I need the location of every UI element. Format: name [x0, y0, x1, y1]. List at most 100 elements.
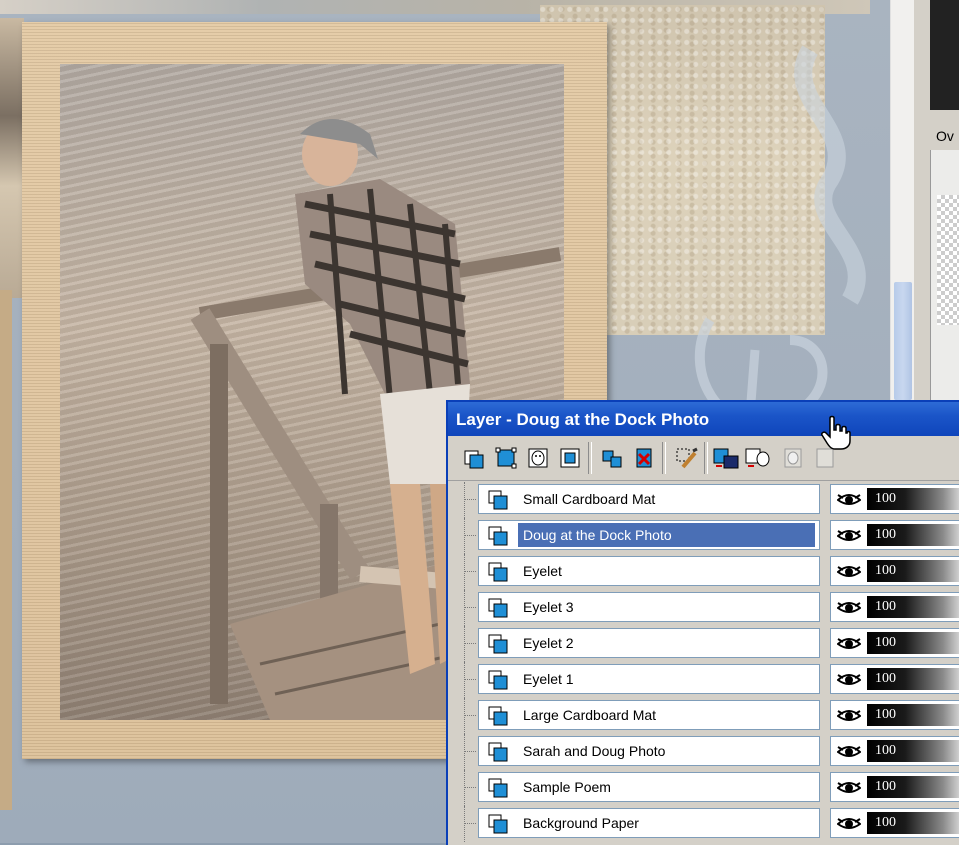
new-raster-layer-button[interactable] — [460, 444, 488, 472]
raster-layer-icon — [488, 490, 508, 510]
new-mask-layer-button[interactable] — [524, 444, 552, 472]
edit-selection-button[interactable] — [672, 444, 700, 472]
layer-row[interactable]: Sample Poem 100 — [448, 770, 959, 806]
layer-name-button[interactable]: Eyelet 2 — [478, 628, 820, 658]
layer-controls: 100 — [830, 808, 959, 838]
visibility-eye-icon[interactable] — [837, 673, 861, 687]
load-mask-icon — [713, 448, 739, 469]
opacity-slider[interactable]: 100 — [867, 812, 959, 834]
opacity-slider[interactable]: 100 — [867, 596, 959, 618]
new-adjustment-layer-icon — [560, 448, 580, 468]
visibility-eye-icon[interactable] — [837, 601, 861, 615]
disabled-mask-icon — [784, 448, 802, 468]
layer-row[interactable]: Eyelet 2 100 — [448, 626, 959, 662]
layer-name-button[interactable]: Doug at the Dock Photo — [478, 520, 820, 550]
opacity-slider[interactable]: 100 — [867, 776, 959, 798]
opacity-value: 100 — [875, 743, 896, 758]
toolbar-separator — [704, 442, 708, 474]
layer-name-button[interactable]: Eyelet 3 — [478, 592, 820, 622]
large-cardboard-mat-edge — [0, 290, 12, 810]
overview-preview[interactable] — [930, 0, 959, 110]
layer-name-button[interactable]: Large Cardboard Mat — [478, 700, 820, 730]
duplicate-layer-button[interactable] — [598, 444, 626, 472]
opacity-slider[interactable]: 100 — [867, 524, 959, 546]
opacity-slider[interactable]: 100 — [867, 704, 959, 726]
layer-controls: 100 — [830, 592, 959, 622]
layer-row[interactable]: Sarah and Doug Photo 100 — [448, 734, 959, 770]
layer-controls: 100 — [830, 664, 959, 694]
palette-toolbar — [448, 436, 959, 481]
layer-row[interactable]: Background Paper 100 — [448, 806, 959, 842]
hide-mask-icon — [745, 448, 770, 467]
toolbar-separator — [662, 442, 666, 474]
layer-name-button[interactable]: Background Paper — [478, 808, 820, 838]
tree-branch — [464, 499, 476, 500]
layer-controls: 100 — [830, 628, 959, 658]
layer-name-button[interactable]: Eyelet — [478, 556, 820, 586]
layer-name: Sarah and Doug Photo — [523, 743, 666, 759]
layer-row[interactable]: Eyelet 1 100 — [448, 662, 959, 698]
layer-controls: 100 — [830, 700, 959, 730]
visibility-eye-icon[interactable] — [837, 745, 861, 759]
layer-controls: 100 — [830, 736, 959, 766]
hide-mask-button[interactable] — [744, 444, 772, 472]
tree-branch — [464, 571, 476, 572]
layer-controls: 100 — [830, 520, 959, 550]
visibility-eye-icon[interactable] — [837, 781, 861, 795]
new-raster-layer-icon — [464, 450, 484, 469]
layer-name-button[interactable]: Sample Poem — [478, 772, 820, 802]
opacity-slider[interactable]: 100 — [867, 740, 959, 762]
tree-branch — [464, 607, 476, 608]
layer-row[interactable]: Doug at the Dock Photo 100 — [448, 518, 959, 554]
opacity-value: 100 — [875, 527, 896, 542]
load-mask-button[interactable] — [712, 444, 740, 472]
new-mask-layer-icon — [528, 448, 548, 468]
new-adjustment-layer-button[interactable] — [556, 444, 584, 472]
new-vector-layer-button[interactable] — [492, 444, 520, 472]
layer-name: Sample Poem — [523, 779, 611, 795]
visibility-eye-icon[interactable] — [837, 493, 861, 507]
transparency-checker — [937, 195, 959, 325]
visibility-eye-icon[interactable] — [837, 637, 861, 651]
layer-controls: 100 — [830, 772, 959, 802]
tree-line — [464, 734, 479, 770]
tree-line — [464, 482, 479, 518]
tree-line — [464, 770, 479, 806]
layer-row[interactable]: Eyelet 3 100 — [448, 590, 959, 626]
opacity-slider[interactable]: 100 — [867, 488, 959, 510]
overview-tab[interactable]: Ov — [936, 128, 954, 144]
visibility-eye-icon[interactable] — [837, 817, 861, 831]
delete-layer-icon — [636, 448, 652, 468]
layer-palette: Layer - Doug at the Dock Photo Small Car… — [446, 400, 959, 845]
layer-name: Eyelet 1 — [523, 671, 574, 687]
opacity-slider[interactable]: 100 — [867, 668, 959, 690]
scroll-thumb[interactable] — [894, 282, 912, 400]
visibility-eye-icon[interactable] — [837, 529, 861, 543]
raster-layer-icon — [488, 526, 508, 546]
visibility-eye-icon[interactable] — [837, 565, 861, 579]
opacity-slider[interactable]: 100 — [867, 632, 959, 654]
layer-controls: 100 — [830, 484, 959, 514]
overview-scrollbar[interactable] — [890, 0, 915, 400]
tree-branch — [464, 679, 476, 680]
tree-line — [464, 806, 479, 842]
layer-row[interactable]: Eyelet 100 — [448, 554, 959, 590]
disabled-mask-button[interactable] — [780, 444, 808, 472]
toolbar-separator — [588, 442, 592, 474]
raster-layer-icon — [488, 634, 508, 654]
delete-layer-button[interactable] — [630, 444, 658, 472]
palette-title-bar[interactable]: Layer - Doug at the Dock Photo — [448, 402, 959, 436]
tree-line — [464, 698, 479, 734]
palette-title: Layer - Doug at the Dock Photo — [456, 410, 710, 429]
layer-name-button[interactable]: Eyelet 1 — [478, 664, 820, 694]
layer-name-button[interactable]: Sarah and Doug Photo — [478, 736, 820, 766]
layer-name: Eyelet — [523, 563, 562, 579]
raster-layer-icon — [488, 814, 508, 834]
tree-line — [464, 590, 479, 626]
layer-row[interactable]: Small Cardboard Mat 100 — [448, 482, 959, 518]
visibility-eye-icon[interactable] — [837, 709, 861, 723]
layer-name-button[interactable]: Small Cardboard Mat — [478, 484, 820, 514]
layer-row[interactable]: Large Cardboard Mat 100 — [448, 698, 959, 734]
layer-name: Large Cardboard Mat — [523, 707, 657, 723]
opacity-slider[interactable]: 100 — [867, 560, 959, 582]
